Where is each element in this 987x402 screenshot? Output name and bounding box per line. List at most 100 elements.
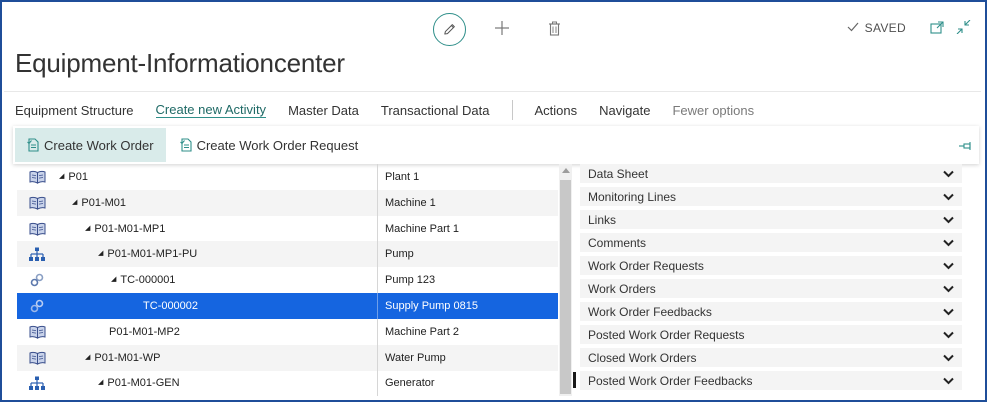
- action-bar: Equipment Structure Create new Activity …: [15, 100, 776, 120]
- pin-button[interactable]: [959, 138, 973, 156]
- tree-name-cell[interactable]: ◢ TC-000001: [57, 267, 378, 294]
- pencil-icon: [444, 24, 455, 35]
- tree-description-cell: Generator: [385, 377, 435, 390]
- action-create-new-activity[interactable]: Create new Activity: [155, 102, 267, 118]
- tree-description-cell: Water Pump: [385, 351, 446, 364]
- scroll-thumb[interactable]: [560, 180, 571, 394]
- tree-name-label: P01-M01-GEN: [107, 377, 180, 390]
- page-title: Equipment-Informationcenter: [15, 48, 345, 78]
- factbox-section-label: Posted Work Order Feedbacks: [588, 373, 753, 388]
- tree-row[interactable]: ◢ P01-M01-GEN Generator: [17, 370, 558, 396]
- tree-name-label: TC-000002: [143, 300, 199, 312]
- tree-name-cell[interactable]: ◢ P01-M01-WP: [57, 344, 378, 371]
- factbox-section-label: Comments: [588, 235, 647, 250]
- chevron-down-icon[interactable]: [942, 261, 954, 271]
- chevron-down-icon[interactable]: [942, 215, 954, 225]
- tree-row[interactable]: ◢ TC-000001 Pump 123: [17, 267, 558, 294]
- factbox-section-label: Posted Work Order Requests: [588, 327, 745, 342]
- new-document-icon: [27, 138, 40, 152]
- action-fewer-options[interactable]: Fewer options: [672, 103, 754, 118]
- factbox-section[interactable]: Data Sheet: [580, 164, 962, 183]
- collapse-icon: [956, 20, 970, 34]
- tree-name-cell[interactable]: P01-M01-MP2: [57, 318, 378, 345]
- tree-name-cell[interactable]: TC-000002: [57, 293, 378, 319]
- tree-description-cell: Machine Part 1: [385, 222, 459, 235]
- book-icon: [17, 351, 57, 365]
- tree-row[interactable]: ◢ P01-M01-MP1-PU Pump: [17, 241, 558, 268]
- expand-toggle-icon[interactable]: ◢: [72, 198, 77, 206]
- expand-toggle-icon[interactable]: ◢: [98, 378, 103, 386]
- tree-row[interactable]: ◢ P01-M01-WP Water Pump: [17, 344, 558, 371]
- expand-toggle-icon[interactable]: ◢: [85, 224, 90, 232]
- factbox-section[interactable]: Links: [580, 210, 962, 229]
- expand-toggle-icon[interactable]: ◢: [98, 249, 103, 257]
- book-icon: [17, 325, 57, 339]
- action-transactional-data[interactable]: Transactional Data: [381, 103, 490, 118]
- tree-row[interactable]: P01-M01-MP2 Machine Part 2: [17, 318, 558, 345]
- delete-button[interactable]: [544, 16, 564, 40]
- hierarchy-icon: [17, 247, 57, 262]
- divider: [4, 91, 981, 92]
- factbox-section[interactable]: Work Orders: [580, 279, 962, 298]
- expand-toggle-icon[interactable]: ◢: [59, 172, 64, 180]
- chevron-down-icon[interactable]: [942, 330, 954, 340]
- tree-name-label: P01-M01-WP: [94, 351, 161, 364]
- expand-toggle-icon[interactable]: ◢: [111, 275, 116, 283]
- factbox-section[interactable]: Comments: [580, 233, 962, 252]
- new-button[interactable]: [492, 16, 512, 40]
- chevron-down-icon[interactable]: [942, 169, 954, 179]
- tree-description-cell: Pump: [385, 248, 414, 261]
- tree-row[interactable]: TC-000002 Supply Pump 0815: [17, 293, 558, 319]
- text-cursor: [573, 372, 576, 388]
- action-navigate[interactable]: Navigate: [599, 103, 650, 118]
- scroll-up-arrow[interactable]: [562, 168, 570, 173]
- edit-button[interactable]: [433, 13, 466, 46]
- tree-name-label: P01-M01-MP1-PU: [107, 248, 198, 261]
- link-icon: [17, 299, 57, 313]
- factbox-section[interactable]: Posted Work Order Feedbacks: [580, 371, 962, 390]
- tree-name-cell[interactable]: ◢ P01-M01-MP1-PU: [57, 241, 378, 268]
- chevron-down-icon[interactable]: [942, 284, 954, 294]
- factbox-section[interactable]: Work Order Feedbacks: [580, 302, 962, 321]
- factbox-section[interactable]: Work Order Requests: [580, 256, 962, 275]
- factbox-section-label: Links: [588, 212, 617, 227]
- tree-row[interactable]: ◢ P01-M01-MP1 Machine Part 1: [17, 215, 558, 242]
- tree-name-label: P01-M01-MP2: [109, 325, 180, 338]
- factbox-section[interactable]: Closed Work Orders: [580, 348, 962, 367]
- chevron-down-icon[interactable]: [942, 192, 954, 202]
- equipment-tree-grid: ◢ P01 Plant 1 ◢ P01-M01 Machine 1 ◢ P01-M01-MP1…: [17, 164, 558, 396]
- chevron-down-icon[interactable]: [942, 376, 954, 386]
- factbox-section[interactable]: Posted Work Order Requests: [580, 325, 962, 344]
- action-separator: [511, 100, 513, 120]
- link-icon: [17, 273, 57, 287]
- tree-name-label: P01-M01-MP1: [94, 222, 166, 235]
- create-work-order-request-label: Create Work Order Request: [196, 137, 359, 153]
- action-actions[interactable]: Actions: [535, 103, 578, 118]
- tree-name-label: TC-000001: [120, 274, 176, 287]
- chevron-down-icon[interactable]: [942, 353, 954, 363]
- factbox-section-label: Closed Work Orders: [588, 350, 697, 365]
- tree-row[interactable]: ◢ P01-M01 Machine 1: [17, 189, 558, 216]
- tree-row[interactable]: ◢ P01 Plant 1: [17, 164, 558, 190]
- expand-toggle-icon[interactable]: ◢: [85, 353, 90, 361]
- create-work-order-button[interactable]: Create Work Order: [15, 128, 166, 162]
- factbox-section[interactable]: Monitoring Lines: [580, 187, 962, 206]
- create-work-order-request-button[interactable]: Create Work Order Request: [168, 128, 371, 162]
- tree-description-cell: Machine 1: [385, 196, 436, 209]
- chevron-down-icon[interactable]: [942, 238, 954, 248]
- action-ribbon: Create Work Order Create Work Order Requ…: [13, 126, 979, 164]
- tree-name-cell[interactable]: ◢ P01-M01: [57, 189, 378, 216]
- tree-scrollbar[interactable]: [559, 164, 572, 396]
- action-master-data[interactable]: Master Data: [288, 103, 359, 118]
- tree-name-cell[interactable]: ◢ P01-M01-MP1: [57, 215, 378, 242]
- action-equipment-structure[interactable]: Equipment Structure: [15, 103, 134, 118]
- chevron-down-icon[interactable]: [942, 307, 954, 317]
- tree-name-cell[interactable]: ◢ P01-M01-GEN: [57, 370, 378, 396]
- tree-name-cell[interactable]: ◢ P01: [57, 164, 378, 190]
- collapse-button[interactable]: [955, 19, 971, 35]
- saved-status: SAVED: [847, 21, 906, 35]
- tree-name-label: P01-M01: [81, 196, 127, 209]
- open-in-new-window-button[interactable]: [929, 19, 945, 35]
- factbox-section-label: Work Orders: [588, 281, 656, 296]
- tree-description-cell: Pump 123: [385, 274, 436, 287]
